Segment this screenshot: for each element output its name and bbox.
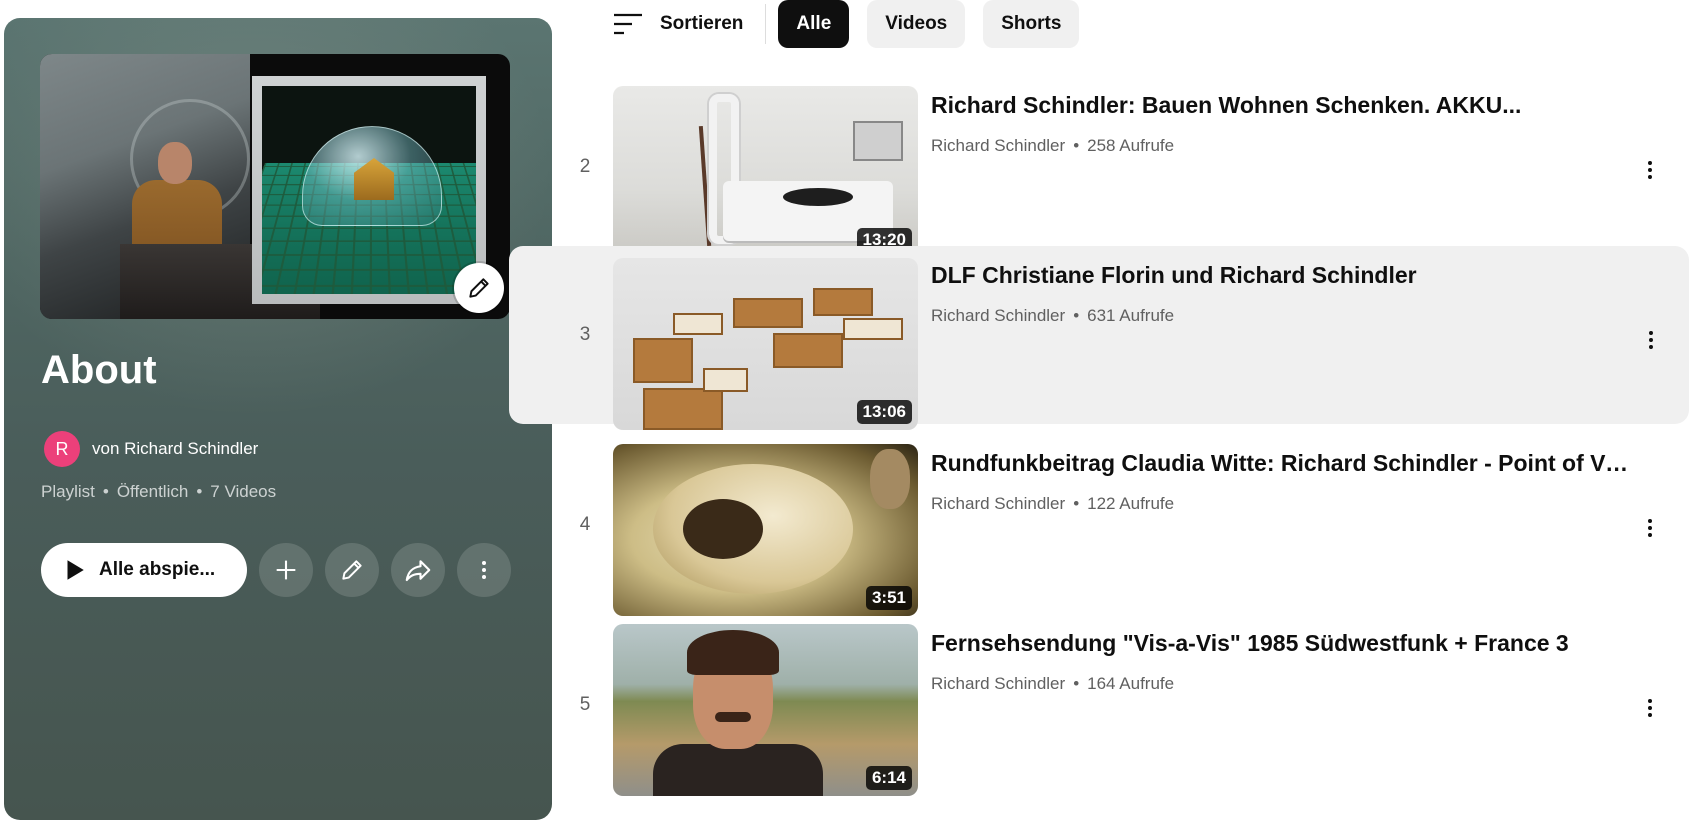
video-meta: Richard Schindler • 631 Aufrufe xyxy=(931,306,1174,326)
video-index: 2 xyxy=(575,78,595,256)
video-index: 3 xyxy=(575,246,595,424)
view-count: 258 Aufrufe xyxy=(1087,136,1174,156)
playlist-header-panel: About R von Richard Schindler Playlist •… xyxy=(4,18,552,820)
playlist-owner[interactable]: R von Richard Schindler xyxy=(44,431,258,467)
video-meta: Richard Schindler • 164 Aufrufe xyxy=(931,674,1174,694)
channel-name[interactable]: Richard Schindler xyxy=(931,674,1065,694)
channel-name[interactable]: Richard Schindler xyxy=(931,494,1065,514)
video-thumbnail[interactable]: 3:51 xyxy=(613,444,918,616)
list-item[interactable]: 3 13:06 DLF Christiane Florin und Richar… xyxy=(509,246,1689,424)
pencil-icon xyxy=(466,275,492,301)
list-item[interactable]: 5 6:14 Fernsehsendung "Vis-a-Vis" 1985 S… xyxy=(559,616,1689,824)
more-vert-icon xyxy=(1638,514,1662,542)
chip-shorts[interactable]: Shorts xyxy=(983,0,1079,48)
pencil-icon xyxy=(339,557,365,583)
separator-dot: • xyxy=(1073,136,1079,156)
playlist-title: About xyxy=(41,348,157,393)
filter-bar: Sortieren Alle Videos Shorts xyxy=(612,0,1097,48)
view-count: 631 Aufrufe xyxy=(1087,306,1174,326)
video-index: 5 xyxy=(575,616,595,794)
separator-dot: • xyxy=(1073,494,1079,514)
playlist-visibility: Öffentlich xyxy=(117,482,189,502)
video-duration: 13:06 xyxy=(857,400,912,424)
video-meta: Richard Schindler • 122 Aufrufe xyxy=(931,494,1174,514)
list-item[interactable]: 2 13:20 Richard Schindler: Bauen Wohnen … xyxy=(559,78,1689,256)
share-icon xyxy=(403,555,433,585)
video-title[interactable]: DLF Christiane Florin und Richard Schind… xyxy=(931,262,1631,289)
video-title[interactable]: Richard Schindler: Bauen Wohnen Schenken… xyxy=(931,92,1631,119)
channel-name[interactable]: Richard Schindler xyxy=(931,306,1065,326)
playlist-actions: Alle abspie... xyxy=(41,543,511,597)
video-thumbnail[interactable]: 13:20 xyxy=(613,86,918,258)
separator-dot: • xyxy=(196,482,202,502)
video-duration: 3:51 xyxy=(866,586,912,610)
video-more-button[interactable] xyxy=(1635,688,1665,728)
video-more-button[interactable] xyxy=(1636,320,1666,360)
sort-button[interactable]: Sortieren xyxy=(612,11,743,37)
channel-name[interactable]: Richard Schindler xyxy=(931,136,1065,156)
thumbnail-screen xyxy=(252,76,486,304)
edit-thumbnail-button[interactable] xyxy=(454,263,504,313)
playlist-thumbnail[interactable] xyxy=(40,54,510,319)
separator-dot: • xyxy=(103,482,109,502)
more-vert-icon xyxy=(472,558,496,582)
video-index: 4 xyxy=(575,436,595,614)
divider xyxy=(765,4,766,44)
list-item[interactable]: 4 3:51 Rundfunkbeitrag Claudia Witte: Ri… xyxy=(559,436,1689,614)
owner-name[interactable]: von Richard Schindler xyxy=(92,439,258,459)
thumbnail-presenter-head xyxy=(158,142,192,184)
playlist-more-button[interactable] xyxy=(457,543,511,597)
chip-videos[interactable]: Videos xyxy=(867,0,965,48)
video-title[interactable]: Rundfunkbeitrag Claudia Witte: Richard S… xyxy=(931,450,1631,477)
plus-icon xyxy=(272,556,300,584)
more-vert-icon xyxy=(1639,326,1663,354)
view-count: 164 Aufrufe xyxy=(1087,674,1174,694)
video-thumbnail[interactable]: 6:14 xyxy=(613,624,918,796)
play-all-label: Alle abspie... xyxy=(99,559,215,581)
video-meta: Richard Schindler • 258 Aufrufe xyxy=(931,136,1174,156)
video-thumbnail[interactable]: 13:06 xyxy=(613,258,918,430)
sort-label: Sortieren xyxy=(660,13,743,35)
video-duration: 6:14 xyxy=(866,766,912,790)
more-vert-icon xyxy=(1638,156,1662,184)
edit-playlist-button[interactable] xyxy=(325,543,379,597)
playlist-type: Playlist xyxy=(41,482,95,502)
add-to-playlist-button[interactable] xyxy=(259,543,313,597)
chip-all[interactable]: Alle xyxy=(778,0,849,48)
play-all-button[interactable]: Alle abspie... xyxy=(41,543,247,597)
share-button[interactable] xyxy=(391,543,445,597)
separator-dot: • xyxy=(1073,674,1079,694)
sort-icon xyxy=(612,11,644,37)
view-count: 122 Aufrufe xyxy=(1087,494,1174,514)
avatar[interactable]: R xyxy=(44,431,80,467)
video-title[interactable]: Fernsehsendung "Vis-a-Vis" 1985 Südwestf… xyxy=(931,630,1631,657)
video-more-button[interactable] xyxy=(1635,150,1665,190)
play-icon xyxy=(61,557,87,583)
video-more-button[interactable] xyxy=(1635,508,1665,548)
separator-dot: • xyxy=(1073,306,1079,326)
playlist-meta: Playlist • Öffentlich • 7 Videos xyxy=(41,482,276,502)
playlist-video-count: 7 Videos xyxy=(210,482,276,502)
more-vert-icon xyxy=(1638,694,1662,722)
